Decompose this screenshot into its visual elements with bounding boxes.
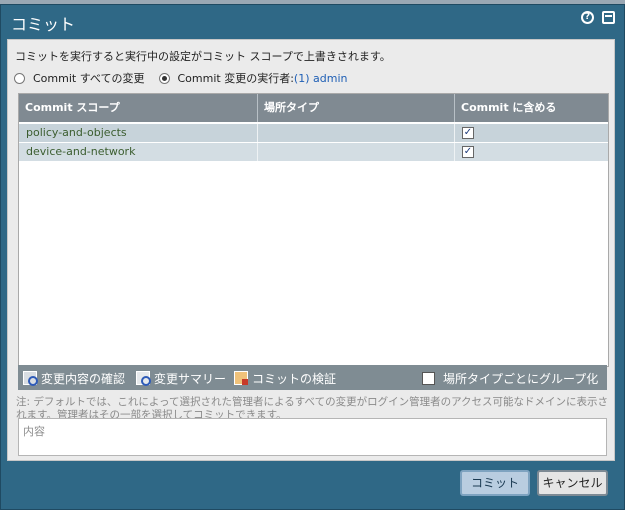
column-header-location-type[interactable]: 場所タイプ [257, 94, 454, 122]
change-summary-icon [136, 371, 151, 386]
include-cell [454, 143, 608, 161]
cancel-button[interactable]: キャンセル [537, 470, 608, 496]
include-checkbox[interactable]: ✓ [462, 146, 474, 158]
commit-toolbar: 変更内容の確認 変更サマリー コミットの検証 場所タイプごとにグループ化 [18, 365, 607, 390]
commit-button[interactable]: コミット [460, 470, 530, 496]
commit-scope-options: Commit すべての変更 Commit 変更の実行者: (1) admin [14, 70, 347, 86]
location-cell [257, 124, 454, 142]
group-by-location-toggle[interactable]: 場所タイプごとにグループ化 [422, 370, 598, 386]
radio-all-changes-label[interactable]: Commit すべての変更 [33, 70, 145, 86]
group-by-location-label: 場所タイプごとにグループ化 [443, 371, 599, 386]
radio-changes-by-user-label[interactable]: Commit 変更の実行者: [178, 70, 294, 86]
dialog-body: コミットを実行すると実行中の設定がコミット スコープで上書きされます。 Comm… [7, 39, 615, 461]
location-cell [257, 143, 454, 161]
change-summary-button[interactable]: 変更サマリー [136, 370, 226, 386]
radio-all-changes[interactable] [14, 72, 25, 84]
table-header: Commit スコープ 場所タイプ Commit に含める [19, 94, 608, 122]
change-summary-label: 変更サマリー [154, 371, 227, 386]
include-checkbox[interactable]: ✓ [462, 127, 474, 139]
column-header-include[interactable]: Commit に含める [454, 94, 608, 122]
preview-changes-button[interactable]: 変更内容の確認 [23, 370, 125, 386]
column-header-scope[interactable]: Commit スコープ [19, 94, 257, 122]
commit-scope-table: Commit スコープ 場所タイプ Commit に含める policy-and… [18, 93, 609, 367]
dialog-titlebar[interactable]: コミット ? [1, 5, 624, 39]
dialog-title: コミット [11, 15, 76, 34]
validate-commit-button[interactable]: コミットの検証 [234, 370, 336, 386]
scope-cell: device-and-network [26, 145, 136, 158]
group-by-location-checkbox[interactable] [422, 371, 435, 385]
admin-user-link[interactable]: (1) admin [294, 72, 348, 85]
commit-dialog: コミット ? コミットを実行すると実行中の設定がコミット スコープで上書きされま… [0, 4, 625, 510]
commit-note: 注: デフォルトでは、これによって選択された管理者によるすべての変更がログイン管… [16, 396, 609, 418]
include-cell [454, 124, 608, 142]
commit-description-field[interactable] [18, 418, 607, 456]
maximize-icon[interactable] [602, 11, 615, 24]
preview-changes-label: 変更内容の確認 [41, 371, 126, 386]
radio-changes-by-user[interactable] [158, 72, 170, 84]
scope-cell: policy-and-objects [26, 126, 127, 139]
table-row[interactable]: device-and-network ✓ [19, 143, 608, 161]
table-row[interactable]: policy-and-objects ✓ [19, 124, 608, 142]
validate-commit-label: コミットの検証 [252, 371, 337, 386]
help-icon[interactable]: ? [581, 11, 594, 24]
validate-commit-icon [234, 371, 248, 385]
preview-changes-icon [23, 371, 38, 386]
commit-description: コミットを実行すると実行中の設定がコミット スコープで上書きされます。 [15, 50, 391, 63]
